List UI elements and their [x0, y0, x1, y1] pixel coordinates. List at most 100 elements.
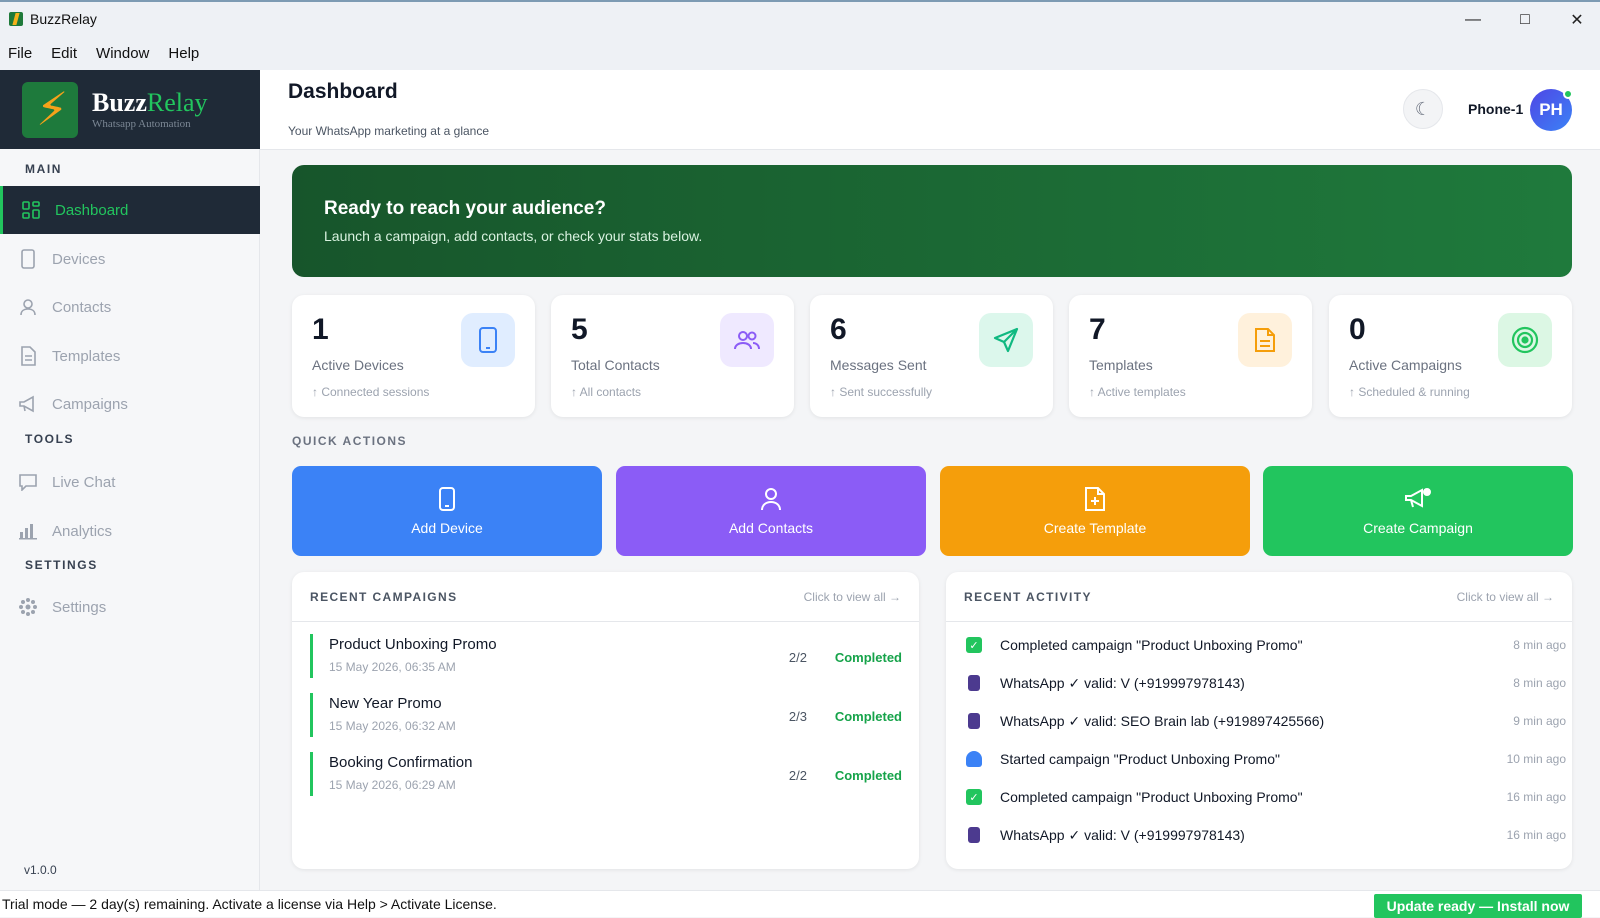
stat-value: 1: [312, 313, 329, 346]
activity-time: 9 min ago: [1513, 714, 1566, 728]
stat-label: Active Campaigns: [1349, 357, 1462, 373]
dark-mode-toggle[interactable]: ☾: [1403, 89, 1443, 129]
activity-time: 8 min ago: [1513, 676, 1566, 690]
stat-card-messages-sent[interactable]: 6 Messages Sent ↑ Sent successfully: [810, 295, 1053, 417]
moon-icon: ☾: [1414, 98, 1432, 119]
view-all-activity-link[interactable]: Click to view all →: [1457, 590, 1554, 604]
activity-text: Completed campaign "Product Unboxing Pro…: [1000, 637, 1303, 653]
activity-row: WhatsApp ✓ valid: SEO Brain lab (+919897…: [964, 711, 1566, 733]
chat-icon: [18, 472, 38, 492]
stat-hint: ↑ Scheduled & running: [1349, 385, 1470, 399]
sidebar-item-campaigns[interactable]: Campaigns: [0, 380, 260, 428]
sidebar-item-label: Devices: [52, 250, 106, 268]
sidebar-item-devices[interactable]: Devices: [0, 235, 260, 283]
stat-card-total-contacts[interactable]: 5 Total Contacts ↑ All contacts: [551, 295, 794, 417]
campaign-status: Completed: [834, 650, 902, 665]
sidebar-item-templates[interactable]: Templates: [0, 332, 260, 380]
sidebar-item-label: Dashboard: [55, 201, 129, 219]
recent-campaigns-panel: RECENT CAMPAIGNS Click to view all → Pro…: [292, 572, 919, 869]
section-settings: SETTINGS: [25, 558, 98, 572]
app-version: v1.0.0: [24, 863, 57, 877]
stat-label: Active Devices: [312, 357, 404, 373]
menu-window[interactable]: Window: [96, 45, 149, 62]
campaign-count: 2/2: [788, 768, 807, 783]
panel-header: RECENT CAMPAIGNS Click to view all →: [292, 572, 919, 622]
stat-card-active-campaigns[interactable]: 0 Active Campaigns ↑ Scheduled & running: [1329, 295, 1572, 417]
phone-icon: [18, 249, 38, 269]
section-tools: TOOLS: [25, 432, 75, 446]
send-icon: [979, 313, 1033, 367]
gear-icon: [18, 597, 38, 617]
activity-row: WhatsApp ✓ valid: V (+919997978143) 16 m…: [964, 825, 1566, 847]
check-box-icon: ✓: [966, 637, 982, 653]
sidebar-item-contacts[interactable]: Contacts: [0, 283, 260, 331]
create-template-label: Create Template: [1043, 520, 1147, 536]
brand-logo: ⚡ BuzzRelay Whatsapp Automation: [0, 70, 260, 149]
user-icon: [18, 297, 38, 317]
activity-row: WhatsApp ✓ valid: V (+919997978143) 8 mi…: [964, 673, 1566, 695]
hero-title: Ready to reach your audience?: [324, 198, 606, 219]
phone-icon: [968, 827, 980, 843]
campaign-count: 2/3: [788, 709, 807, 724]
page-title: Dashboard: [288, 80, 398, 103]
maximize-icon[interactable]: □: [1510, 8, 1540, 32]
stat-hint: ↑ Connected sessions: [312, 385, 430, 399]
add-device-label: Add Device: [411, 520, 483, 536]
campaign-row[interactable]: Booking Confirmation 15 May 2026, 06:29 …: [310, 752, 902, 796]
campaign-date: 15 May 2026, 06:29 AM: [329, 778, 456, 792]
users-icon: [720, 313, 774, 367]
campaign-row[interactable]: Product Unboxing Promo 15 May 2026, 06:3…: [310, 634, 902, 678]
activity-text: WhatsApp ✓ valid: V (+919997978143): [1000, 827, 1245, 843]
panel-header: RECENT ACTIVITY Click to view all →: [946, 572, 1572, 622]
stat-card-active-devices[interactable]: 1 Active Devices ↑ Connected sessions: [292, 295, 535, 417]
campaign-row[interactable]: New Year Promo 15 May 2026, 06:32 AM 2/3…: [310, 693, 902, 737]
stat-hint: ↑ All contacts: [571, 385, 642, 399]
campaign-status: Completed: [834, 768, 902, 783]
trial-message: Trial mode — 2 day(s) remaining. Activat…: [2, 896, 497, 912]
section-main: MAIN: [25, 162, 63, 176]
create-template-button[interactable]: Create Template: [940, 466, 1250, 556]
view-all-campaigns-link[interactable]: Click to view all →: [804, 590, 901, 604]
add-device-button[interactable]: Add Device: [292, 466, 602, 556]
recent-campaigns-title: RECENT CAMPAIGNS: [310, 590, 458, 604]
add-contacts-button[interactable]: Add Contacts: [616, 466, 926, 556]
sidebar-item-analytics[interactable]: Analytics: [0, 507, 260, 555]
activity-text: WhatsApp ✓ valid: SEO Brain lab (+919897…: [1000, 713, 1325, 729]
window-title: BuzzRelay: [30, 11, 97, 27]
target-icon: [1498, 313, 1552, 367]
sidebar-item-settings[interactable]: Settings: [0, 583, 260, 631]
menu-help[interactable]: Help: [168, 45, 199, 62]
campaign-name: New Year Promo: [329, 695, 442, 712]
close-icon[interactable]: ✕: [1562, 8, 1592, 32]
online-status-dot: [1563, 89, 1573, 99]
stat-label: Messages Sent: [830, 357, 927, 373]
stat-value: 0: [1349, 313, 1366, 346]
stat-card-templates[interactable]: 7 Templates ↑ Active templates: [1069, 295, 1312, 417]
create-campaign-label: Create Campaign: [1363, 520, 1473, 536]
hero-subtitle: Launch a campaign, add contacts, or chec…: [324, 228, 703, 244]
menu-edit[interactable]: Edit: [51, 45, 77, 62]
page-subtitle: Your WhatsApp marketing at a glance: [288, 124, 490, 138]
page-header: Dashboard Your WhatsApp marketing at a g…: [260, 70, 1600, 150]
hero-banner: Ready to reach your audience? Launch a c…: [292, 165, 1572, 277]
menu-file[interactable]: File: [8, 45, 32, 62]
sidebar-item-live-chat[interactable]: Live Chat: [0, 458, 260, 506]
sidebar-item-label: Analytics: [52, 522, 113, 540]
phone-icon: [968, 675, 980, 691]
check-box-icon: ✓: [966, 789, 982, 805]
create-campaign-button[interactable]: Create Campaign: [1263, 466, 1573, 556]
campaign-date: 15 May 2026, 06:32 AM: [329, 719, 456, 733]
campaign-name: Booking Confirmation: [329, 754, 473, 771]
title-bar: BuzzRelay — □ ✕: [0, 0, 1600, 36]
activity-text: Completed campaign "Product Unboxing Pro…: [1000, 789, 1303, 805]
sidebar: ⚡ BuzzRelay Whatsapp Automation MAIN Das…: [0, 70, 260, 890]
minimize-icon[interactable]: —: [1458, 8, 1488, 32]
activity-row: Started campaign "Product Unboxing Promo…: [964, 749, 1566, 771]
sidebar-item-label: Campaigns: [52, 395, 128, 413]
sidebar-item-dashboard[interactable]: Dashboard: [0, 186, 260, 234]
sidebar-item-label: Settings: [52, 598, 107, 616]
rocket-icon: [966, 751, 982, 767]
update-install-button[interactable]: Update ready — Install now: [1374, 894, 1582, 918]
device-name[interactable]: Phone-1: [1468, 101, 1523, 117]
phone-icon: [461, 313, 515, 367]
